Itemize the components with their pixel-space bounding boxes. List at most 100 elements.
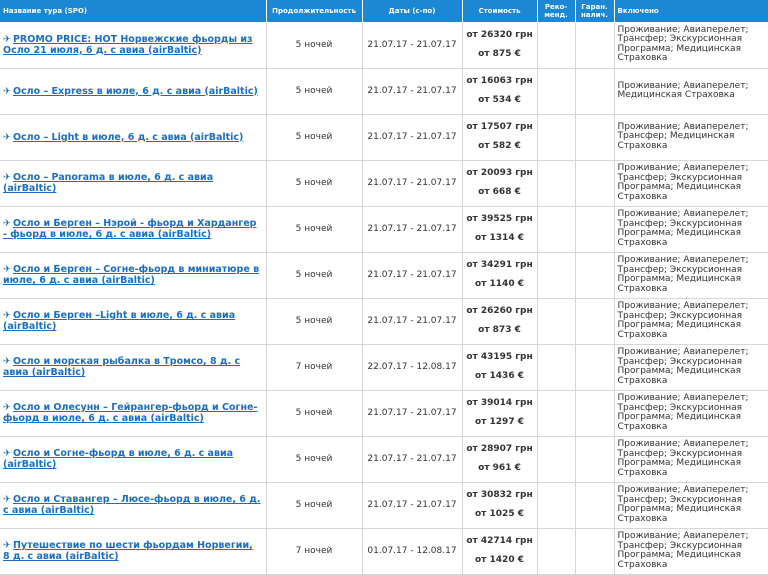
recommended-cell bbox=[537, 252, 576, 299]
tour-link[interactable]: ✈ Осло и Берген – Нэрой - фьорд и Харданг… bbox=[3, 218, 263, 240]
dates-cell: 01.07.17 - 12.08.17 bbox=[362, 528, 463, 575]
guaranteed-cell bbox=[575, 436, 615, 483]
included-cell: Проживание; Авиаперелет; Трансфер; Экску… bbox=[614, 528, 768, 575]
recommended-cell bbox=[537, 206, 576, 253]
dates-cell: 21.07.17 - 21.07.17 bbox=[362, 22, 463, 69]
tour-name-cell: ✈ Осло – Express в июле, 6 д. с авиа (air… bbox=[0, 68, 267, 115]
guaranteed-cell bbox=[575, 22, 615, 69]
table-row: ✈ Осло и Берген –Light в июле, 6 д. с ави… bbox=[0, 298, 768, 345]
table-row: ✈ Осло и Берген – Согне-фьорд в миниатюре… bbox=[0, 252, 768, 299]
tour-name: Осло и Согне-фьорд в июле, 6 д. с авиа (… bbox=[3, 448, 234, 470]
col-header-guaranteed[interactable]: Гаран. налич. bbox=[575, 0, 615, 22]
duration-cell: 7 ночей bbox=[266, 528, 363, 575]
col-header-name[interactable]: Название тура (SPO) bbox=[0, 0, 267, 22]
tour-name: PROMO PRICE: HOT Норвежские фьорды из Ос… bbox=[3, 33, 253, 56]
duration-cell: 5 ночей bbox=[266, 298, 363, 345]
price-eur: от 873 € bbox=[478, 325, 521, 335]
guaranteed-cell bbox=[575, 482, 615, 529]
tour-name-cell: ✈ Осло и Берген –Light в июле, 6 д. с ави… bbox=[0, 298, 267, 345]
tour-link[interactable]: ✈ Осло и Олесунн – Гейрангер-фьорд и Согн… bbox=[3, 402, 263, 424]
plane-icon: ✈ bbox=[3, 218, 11, 229]
table-row: ✈ Путешествие по шести фьордам Норвегии, … bbox=[0, 528, 768, 575]
price-eur: от 961 € bbox=[478, 463, 521, 473]
included-cell: Проживание; Авиаперелет; Трансфер; Экску… bbox=[614, 482, 768, 529]
tour-link[interactable]: ✈ Осло и Ставангер – Люсе-фьорд в июле, 6… bbox=[3, 494, 263, 516]
price-uah: от 30832 грн bbox=[466, 490, 533, 500]
price-cell: от 26260 грн от 873 € bbox=[462, 298, 538, 345]
guaranteed-cell bbox=[575, 390, 615, 437]
tour-link[interactable]: ✈ Осло и Согне-фьорд в июле, 6 д. с авиа … bbox=[3, 448, 263, 470]
price-eur: от 668 € bbox=[478, 187, 521, 197]
tour-link[interactable]: ✈ Осло – Light в июле, 6 д. с авиа (airBa… bbox=[3, 132, 263, 143]
included-cell: Проживание; Авиаперелет; Трансфер; Экску… bbox=[614, 298, 768, 345]
tour-name: Осло и Ставангер – Люсе-фьорд в июле, 6 … bbox=[3, 494, 261, 516]
plane-icon: ✈ bbox=[3, 264, 11, 275]
tour-link[interactable]: ✈ Осло и Берген – Согне-фьорд в миниатюре… bbox=[3, 264, 263, 286]
price-cell: от 39014 грн от 1297 € bbox=[462, 390, 538, 437]
recommended-cell bbox=[537, 160, 576, 207]
tour-name: Осло – Panorama в июле, 6 д. с авиа (air… bbox=[3, 172, 214, 194]
duration-cell: 5 ночей bbox=[266, 436, 363, 483]
dates-cell: 21.07.17 - 21.07.17 bbox=[362, 298, 463, 345]
price-eur: от 1314 € bbox=[475, 233, 524, 243]
tour-link[interactable]: ✈ Осло и морская рыбалка в Тромсо, 8 д. с… bbox=[3, 356, 263, 378]
guaranteed-cell bbox=[575, 252, 615, 299]
included-cell: Проживание; Авиаперелет; Трансфер; Экску… bbox=[614, 390, 768, 437]
guaranteed-cell bbox=[575, 114, 615, 161]
price-uah: от 39525 грн bbox=[466, 214, 533, 224]
dates-cell: 21.07.17 - 21.07.17 bbox=[362, 390, 463, 437]
price-eur: от 1436 € bbox=[475, 371, 524, 381]
duration-cell: 5 ночей bbox=[266, 390, 363, 437]
col-header-duration[interactable]: Продолжительность bbox=[266, 0, 363, 22]
included-cell: Проживание; Авиаперелет; Трансфер; Экску… bbox=[614, 436, 768, 483]
guaranteed-cell bbox=[575, 206, 615, 253]
price-uah: от 20093 грн bbox=[466, 168, 533, 178]
col-header-price[interactable]: Стоимость bbox=[462, 0, 538, 22]
duration-cell: 5 ночей bbox=[266, 160, 363, 207]
col-header-recommended[interactable]: Реко-менд. bbox=[537, 0, 576, 22]
included-cell: Проживание; Авиаперелет; Медицинская Стр… bbox=[614, 68, 768, 115]
price-cell: от 26320 грн от 875 € bbox=[462, 22, 538, 69]
recommended-cell bbox=[537, 390, 576, 437]
table-row: ✈ PROMO PRICE: HOT Норвежские фьорды из О… bbox=[0, 22, 768, 69]
table-row: ✈ Осло – Express в июле, 6 д. с авиа (air… bbox=[0, 68, 768, 115]
duration-cell: 5 ночей bbox=[266, 252, 363, 299]
recommended-cell bbox=[537, 436, 576, 483]
table-row: ✈ Осло и Согне-фьорд в июле, 6 д. с авиа … bbox=[0, 436, 768, 483]
price-eur: от 1420 € bbox=[475, 555, 524, 565]
price-eur: от 1025 € bbox=[475, 509, 524, 519]
duration-cell: 5 ночей bbox=[266, 482, 363, 529]
plane-icon: ✈ bbox=[3, 85, 11, 97]
price-cell: от 16063 грн от 534 € bbox=[462, 68, 538, 115]
plane-icon: ✈ bbox=[3, 310, 11, 321]
dates-cell: 21.07.17 - 21.07.17 bbox=[362, 482, 463, 529]
included-cell: Проживание; Авиаперелет; Трансфер; Экску… bbox=[614, 252, 768, 299]
tour-name-cell: ✈ PROMO PRICE: HOT Норвежские фьорды из О… bbox=[0, 22, 267, 69]
plane-icon: ✈ bbox=[3, 448, 11, 459]
tour-link[interactable]: ✈ Осло – Panorama в июле, 6 д. с авиа (ai… bbox=[3, 172, 263, 194]
tour-name: Осло – Express в июле, 6 д. с авиа (airB… bbox=[12, 85, 258, 97]
col-header-dates[interactable]: Даты (с-по) bbox=[362, 0, 463, 22]
tour-link[interactable]: ✈ PROMO PRICE: HOT Норвежские фьорды из О… bbox=[3, 34, 263, 56]
tour-name-cell: ✈ Осло и морская рыбалка в Тромсо, 8 д. с… bbox=[0, 344, 267, 391]
price-cell: от 17507 грн от 582 € bbox=[462, 114, 538, 161]
tour-name: Осло и Берген – Нэрой - фьорд и Харданге… bbox=[3, 218, 257, 240]
dates-cell: 21.07.17 - 21.07.17 bbox=[362, 206, 463, 253]
included-cell: Проживание; Авиаперелет; Трансфер; Экску… bbox=[614, 22, 768, 69]
dates-cell: 21.07.17 - 21.07.17 bbox=[362, 252, 463, 299]
included-cell: Проживание; Авиаперелет; Трансфер; Экску… bbox=[614, 206, 768, 253]
tour-link[interactable]: ✈ Осло – Express в июле, 6 д. с авиа (air… bbox=[3, 86, 263, 97]
plane-icon: ✈ bbox=[3, 402, 11, 413]
table-row: ✈ Осло и Ставангер – Люсе-фьорд в июле, 6… bbox=[0, 482, 768, 529]
table-row: ✈ Осло и Олесунн – Гейрангер-фьорд и Согн… bbox=[0, 390, 768, 437]
plane-icon: ✈ bbox=[3, 494, 11, 505]
recommended-cell bbox=[537, 344, 576, 391]
tour-link[interactable]: ✈ Осло и Берген –Light в июле, 6 д. с ави… bbox=[3, 310, 263, 332]
price-cell: от 30832 грн от 1025 € bbox=[462, 482, 538, 529]
price-uah: от 28907 грн bbox=[466, 444, 533, 454]
recommended-cell bbox=[537, 114, 576, 161]
guaranteed-cell bbox=[575, 298, 615, 345]
price-eur: от 1297 € bbox=[475, 417, 524, 427]
tour-link[interactable]: ✈ Путешествие по шести фьордам Норвегии, … bbox=[3, 540, 263, 562]
recommended-cell bbox=[537, 528, 576, 575]
